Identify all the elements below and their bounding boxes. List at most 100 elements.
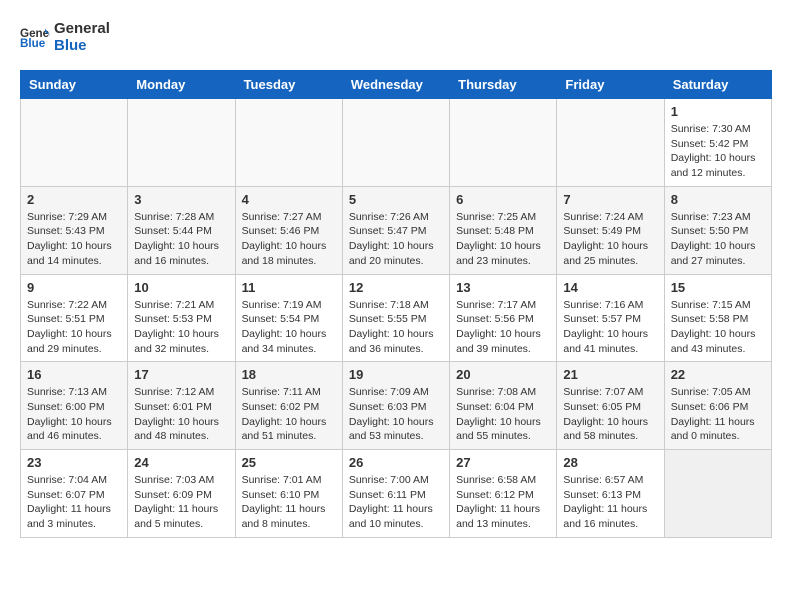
day-number: 7 bbox=[563, 192, 657, 207]
day-number: 23 bbox=[27, 455, 121, 470]
day-info: Sunrise: 7:07 AM Sunset: 6:05 PM Dayligh… bbox=[563, 385, 657, 444]
day-number: 4 bbox=[242, 192, 336, 207]
day-info: Sunrise: 7:08 AM Sunset: 6:04 PM Dayligh… bbox=[456, 385, 550, 444]
day-info: Sunrise: 7:27 AM Sunset: 5:46 PM Dayligh… bbox=[242, 210, 336, 269]
calendar-cell: 5 Sunrise: 7:26 AM Sunset: 5:47 PM Daylig… bbox=[342, 186, 449, 274]
day-number: 16 bbox=[27, 367, 121, 382]
day-info: Sunrise: 6:57 AM Sunset: 6:13 PM Dayligh… bbox=[563, 473, 657, 532]
calendar-cell bbox=[342, 99, 449, 187]
day-info: Sunrise: 7:19 AM Sunset: 5:54 PM Dayligh… bbox=[242, 298, 336, 357]
day-info: Sunrise: 7:30 AM Sunset: 5:42 PM Dayligh… bbox=[671, 122, 765, 181]
day-number: 24 bbox=[134, 455, 228, 470]
day-info: Sunrise: 7:22 AM Sunset: 5:51 PM Dayligh… bbox=[27, 298, 121, 357]
calendar-cell: 3Sunrise: 7:28 AM Sunset: 5:44 PM Daylig… bbox=[128, 186, 235, 274]
day-info: Sunrise: 6:58 AM Sunset: 6:12 PM Dayligh… bbox=[456, 473, 550, 532]
calendar-cell: 23 Sunrise: 7:04 AM Sunset: 6:07 PM Dayli… bbox=[21, 450, 128, 538]
calendar-cell bbox=[450, 99, 557, 187]
page-header: General Blue General Blue bbox=[20, 20, 772, 54]
day-number: 8 bbox=[671, 192, 765, 207]
calendar-cell: 16 Sunrise: 7:13 AM Sunset: 6:00 PM Dayli… bbox=[21, 362, 128, 450]
calendar-week-row: 23 Sunrise: 7:04 AM Sunset: 6:07 PM Dayli… bbox=[21, 450, 772, 538]
day-number: 19 bbox=[349, 367, 443, 382]
day-number: 3 bbox=[134, 192, 228, 207]
logo-line1: General bbox=[54, 20, 110, 37]
calendar-cell: 9 Sunrise: 7:22 AM Sunset: 5:51 PM Daylig… bbox=[21, 274, 128, 362]
day-info: Sunrise: 7:18 AM Sunset: 5:55 PM Dayligh… bbox=[349, 298, 443, 357]
day-number: 2 bbox=[27, 192, 121, 207]
day-info: Sunrise: 7:05 AM Sunset: 6:06 PM Dayligh… bbox=[671, 385, 765, 444]
calendar-cell: 20 Sunrise: 7:08 AM Sunset: 6:04 PM Dayli… bbox=[450, 362, 557, 450]
calendar-week-row: 1 Sunrise: 7:30 AM Sunset: 5:42 PM Daylig… bbox=[21, 99, 772, 187]
day-info: Sunrise: 7:12 AM Sunset: 6:01 PM Dayligh… bbox=[134, 385, 228, 444]
day-info: Sunrise: 7:26 AM Sunset: 5:47 PM Dayligh… bbox=[349, 210, 443, 269]
day-info: Sunrise: 7:13 AM Sunset: 6:00 PM Dayligh… bbox=[27, 385, 121, 444]
calendar-cell: 13Sunrise: 7:17 AM Sunset: 5:56 PM Dayli… bbox=[450, 274, 557, 362]
day-number: 1 bbox=[671, 104, 765, 119]
calendar-week-row: 9 Sunrise: 7:22 AM Sunset: 5:51 PM Daylig… bbox=[21, 274, 772, 362]
weekday-header-monday: Monday bbox=[128, 71, 235, 99]
svg-text:Blue: Blue bbox=[20, 37, 46, 49]
day-number: 11 bbox=[242, 280, 336, 295]
weekday-header-saturday: Saturday bbox=[664, 71, 771, 99]
logo: General Blue General Blue bbox=[20, 20, 110, 54]
calendar-cell: 7Sunrise: 7:24 AM Sunset: 5:49 PM Daylig… bbox=[557, 186, 664, 274]
weekday-header-friday: Friday bbox=[557, 71, 664, 99]
day-number: 5 bbox=[349, 192, 443, 207]
calendar-cell: 1 Sunrise: 7:30 AM Sunset: 5:42 PM Daylig… bbox=[664, 99, 771, 187]
day-info: Sunrise: 7:15 AM Sunset: 5:58 PM Dayligh… bbox=[671, 298, 765, 357]
calendar-cell: 10 Sunrise: 7:21 AM Sunset: 5:53 PM Dayli… bbox=[128, 274, 235, 362]
calendar-cell: 27 Sunrise: 6:58 AM Sunset: 6:12 PM Dayli… bbox=[450, 450, 557, 538]
day-number: 6 bbox=[456, 192, 550, 207]
calendar-cell: 26 Sunrise: 7:00 AM Sunset: 6:11 PM Dayli… bbox=[342, 450, 449, 538]
calendar-cell bbox=[235, 99, 342, 187]
calendar-cell: 17 Sunrise: 7:12 AM Sunset: 6:01 PM Dayli… bbox=[128, 362, 235, 450]
calendar-cell: 12Sunrise: 7:18 AM Sunset: 5:55 PM Dayli… bbox=[342, 274, 449, 362]
calendar-cell: 21 Sunrise: 7:07 AM Sunset: 6:05 PM Dayli… bbox=[557, 362, 664, 450]
calendar-cell: 8 Sunrise: 7:23 AM Sunset: 5:50 PM Daylig… bbox=[664, 186, 771, 274]
day-info: Sunrise: 7:23 AM Sunset: 5:50 PM Dayligh… bbox=[671, 210, 765, 269]
logo-icon: General Blue bbox=[20, 25, 50, 49]
calendar-cell: 2 Sunrise: 7:29 AM Sunset: 5:43 PM Daylig… bbox=[21, 186, 128, 274]
calendar-cell: 11 Sunrise: 7:19 AM Sunset: 5:54 PM Dayli… bbox=[235, 274, 342, 362]
day-info: Sunrise: 7:04 AM Sunset: 6:07 PM Dayligh… bbox=[27, 473, 121, 532]
day-info: Sunrise: 7:03 AM Sunset: 6:09 PM Dayligh… bbox=[134, 473, 228, 532]
calendar-header-row: SundayMondayTuesdayWednesdayThursdayFrid… bbox=[21, 71, 772, 99]
calendar-table: SundayMondayTuesdayWednesdayThursdayFrid… bbox=[20, 70, 772, 538]
day-number: 20 bbox=[456, 367, 550, 382]
calendar-cell bbox=[128, 99, 235, 187]
day-number: 22 bbox=[671, 367, 765, 382]
day-info: Sunrise: 7:09 AM Sunset: 6:03 PM Dayligh… bbox=[349, 385, 443, 444]
calendar-cell: 18 Sunrise: 7:11 AM Sunset: 6:02 PM Dayli… bbox=[235, 362, 342, 450]
day-number: 9 bbox=[27, 280, 121, 295]
day-info: Sunrise: 7:25 AM Sunset: 5:48 PM Dayligh… bbox=[456, 210, 550, 269]
calendar-cell: 19 Sunrise: 7:09 AM Sunset: 6:03 PM Dayli… bbox=[342, 362, 449, 450]
day-info: Sunrise: 7:29 AM Sunset: 5:43 PM Dayligh… bbox=[27, 210, 121, 269]
calendar-cell: 28Sunrise: 6:57 AM Sunset: 6:13 PM Dayli… bbox=[557, 450, 664, 538]
weekday-header-sunday: Sunday bbox=[21, 71, 128, 99]
day-number: 14 bbox=[563, 280, 657, 295]
day-info: Sunrise: 7:11 AM Sunset: 6:02 PM Dayligh… bbox=[242, 385, 336, 444]
day-number: 15 bbox=[671, 280, 765, 295]
logo-line2: Blue bbox=[54, 37, 110, 54]
day-info: Sunrise: 7:21 AM Sunset: 5:53 PM Dayligh… bbox=[134, 298, 228, 357]
calendar-cell: 6 Sunrise: 7:25 AM Sunset: 5:48 PM Daylig… bbox=[450, 186, 557, 274]
day-number: 17 bbox=[134, 367, 228, 382]
weekday-header-thursday: Thursday bbox=[450, 71, 557, 99]
calendar-cell: 14 Sunrise: 7:16 AM Sunset: 5:57 PM Dayli… bbox=[557, 274, 664, 362]
weekday-header-wednesday: Wednesday bbox=[342, 71, 449, 99]
day-number: 10 bbox=[134, 280, 228, 295]
day-number: 26 bbox=[349, 455, 443, 470]
calendar-cell bbox=[557, 99, 664, 187]
calendar-cell: 15 Sunrise: 7:15 AM Sunset: 5:58 PM Dayli… bbox=[664, 274, 771, 362]
calendar-cell: 25Sunrise: 7:01 AM Sunset: 6:10 PM Dayli… bbox=[235, 450, 342, 538]
day-number: 27 bbox=[456, 455, 550, 470]
calendar-cell: 4 Sunrise: 7:27 AM Sunset: 5:46 PM Daylig… bbox=[235, 186, 342, 274]
weekday-header-tuesday: Tuesday bbox=[235, 71, 342, 99]
day-number: 13 bbox=[456, 280, 550, 295]
calendar-cell bbox=[21, 99, 128, 187]
day-info: Sunrise: 7:00 AM Sunset: 6:11 PM Dayligh… bbox=[349, 473, 443, 532]
day-number: 18 bbox=[242, 367, 336, 382]
day-number: 21 bbox=[563, 367, 657, 382]
day-info: Sunrise: 7:01 AM Sunset: 6:10 PM Dayligh… bbox=[242, 473, 336, 532]
day-info: Sunrise: 7:16 AM Sunset: 5:57 PM Dayligh… bbox=[563, 298, 657, 357]
